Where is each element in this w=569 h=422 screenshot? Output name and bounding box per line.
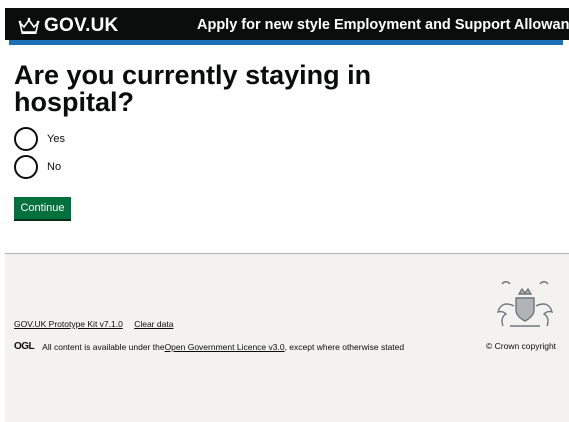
licence-prefix: All content is available under the <box>42 341 165 352</box>
radio-option-yes[interactable]: Yes <box>14 127 65 151</box>
clear-data-link[interactable]: Clear data <box>134 319 173 329</box>
radio-label[interactable]: No <box>47 161 61 173</box>
govuk-logo-link[interactable]: GOV.UK <box>18 15 118 37</box>
prototype-kit-link[interactable]: GOV.UK Prototype Kit v7.1.0 <box>14 319 123 329</box>
footer-links: GOV.UK Prototype Kit v7.1.0 Clear data <box>14 319 182 329</box>
licence-text: OGL All content is available under the O… <box>14 341 404 352</box>
radio-option-no[interactable]: No <box>14 155 61 179</box>
radio-label[interactable]: Yes <box>47 133 65 145</box>
site-footer: GOV.UK Prototype Kit v7.1.0 Clear data O… <box>5 253 569 422</box>
page-title: Are you currently staying in hospital? <box>14 60 372 117</box>
crown-icon <box>18 17 40 34</box>
service-name-link[interactable]: Apply for new style Employment and Suppo… <box>197 17 569 33</box>
radio-button[interactable] <box>14 155 38 179</box>
continue-button[interactable]: Continue <box>14 197 71 219</box>
royal-coat-of-arms-icon <box>497 281 553 327</box>
ogl-logo: OGL <box>14 341 35 352</box>
licence-suffix: , except where otherwise stated <box>284 341 405 352</box>
logo-text: GOV.UK <box>44 15 119 36</box>
header-blue-bar <box>9 40 563 45</box>
open-government-licence-link[interactable]: Open Government Licence v3.0 <box>165 342 285 352</box>
crown-copyright-link[interactable]: © Crown copyright <box>486 341 556 351</box>
site-header: GOV.UK Apply for new style Employment an… <box>5 8 569 40</box>
radio-button[interactable] <box>14 127 38 151</box>
